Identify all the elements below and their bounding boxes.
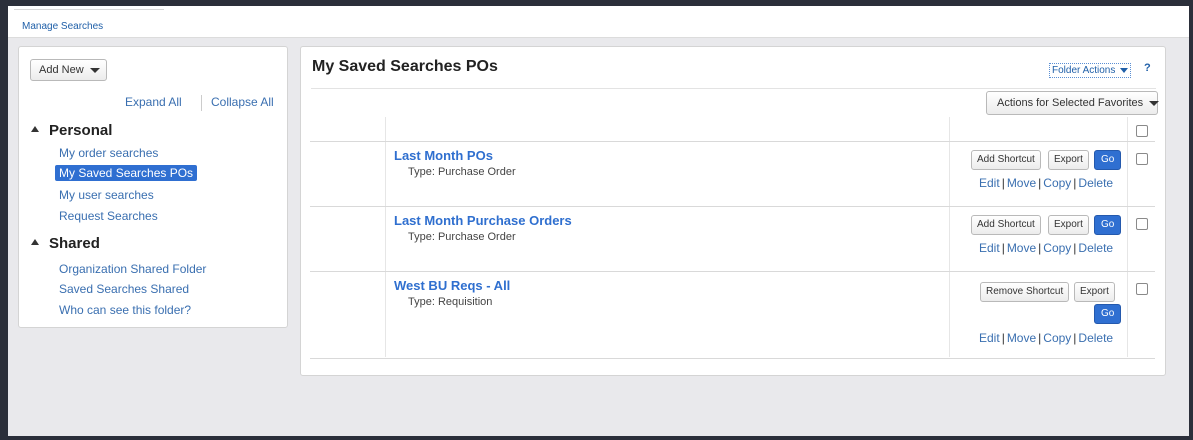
export-button[interactable]: Export — [1048, 215, 1089, 235]
search-title-link[interactable]: Last Month Purchase Orders — [394, 213, 572, 228]
row-actions: Edit | Move | Copy | Delete — [979, 331, 1113, 345]
add-shortcut-button[interactable]: Add Shortcut — [971, 215, 1041, 235]
page-title: My Saved Searches POs — [312, 58, 498, 75]
delete-link[interactable]: Delete — [1078, 241, 1113, 255]
chevron-down-icon — [1120, 67, 1129, 73]
window-frame-left — [0, 0, 8, 440]
go-button[interactable]: Go — [1094, 215, 1122, 235]
chevron-down-icon — [1149, 100, 1160, 106]
help-icon[interactable]: ? — [1144, 62, 1151, 74]
table-row: Last Month POs Type: Purchase Order Add … — [310, 142, 1155, 207]
sidebar-item-saved-searches-shared[interactable]: Saved Searches Shared — [55, 281, 193, 297]
select-all-checkbox[interactable] — [1136, 125, 1148, 137]
row-actions: Edit | Move | Copy | Delete — [979, 241, 1113, 255]
folder-sidebar: Add New Expand All Collapse All Personal… — [18, 46, 288, 328]
link-separator: | — [1038, 241, 1042, 255]
row-actions: Edit | Move | Copy | Delete — [979, 176, 1113, 190]
delete-link[interactable]: Delete — [1078, 331, 1113, 345]
folder-actions-label: Folder Actions — [1052, 65, 1116, 76]
search-type: Type: Purchase Order — [408, 166, 516, 178]
row-checkbox[interactable] — [1136, 283, 1148, 295]
link-separator: | — [1073, 176, 1077, 190]
search-type: Type: Requisition — [408, 296, 493, 308]
actions-for-selected-button[interactable]: Actions for Selected Favorites — [986, 91, 1160, 115]
collapse-all-link[interactable]: Collapse All — [211, 95, 274, 109]
remove-shortcut-button[interactable]: Remove Shortcut — [980, 282, 1070, 302]
go-button[interactable]: Go — [1094, 304, 1122, 324]
move-link[interactable]: Move — [1007, 331, 1036, 345]
main-panel: My Saved Searches POs Folder Actions ? A… — [300, 46, 1166, 376]
add-shortcut-button[interactable]: Add Shortcut — [971, 150, 1041, 170]
top-strip-segment — [14, 6, 164, 10]
actions-for-selected-label: Actions for Selected Favorites — [997, 97, 1144, 109]
link-separator: | — [1073, 241, 1077, 255]
breadcrumb: Manage Searches — [8, 16, 1189, 38]
sidebar-item-organization-shared-folder[interactable]: Organization Shared Folder — [55, 261, 210, 277]
sidebar-item-my-saved-searches-pos[interactable]: My Saved Searches POs — [55, 165, 198, 181]
collapse-triangle-icon — [31, 126, 39, 132]
table-row: West BU Reqs - All Type: Requisition Rem… — [310, 272, 1155, 359]
sidebar-item-request-searches[interactable]: Request Searches — [55, 208, 162, 224]
move-link[interactable]: Move — [1007, 241, 1036, 255]
window-frame-right — [1189, 0, 1193, 440]
table-header-row — [310, 117, 1155, 142]
divider — [201, 95, 202, 111]
expand-collapse-row: Expand All Collapse All — [19, 95, 287, 111]
folder-shared[interactable]: Shared — [31, 235, 100, 252]
go-button[interactable]: Go — [1094, 150, 1122, 170]
chevron-down-icon — [89, 67, 100, 73]
top-strip — [8, 6, 1189, 16]
window-frame-bottom — [0, 436, 1193, 440]
folder-personal[interactable]: Personal — [31, 122, 112, 139]
sidebar-item-my-order-searches[interactable]: My order searches — [55, 145, 162, 161]
link-separator: | — [1001, 241, 1005, 255]
edit-link[interactable]: Edit — [979, 241, 1000, 255]
divider — [311, 88, 1156, 89]
search-title-link[interactable]: Last Month POs — [394, 148, 493, 163]
add-new-button[interactable]: Add New — [30, 59, 107, 81]
link-separator: | — [1073, 331, 1077, 345]
search-title-link[interactable]: West BU Reqs - All — [394, 278, 510, 293]
link-separator: | — [1038, 331, 1042, 345]
export-button[interactable]: Export — [1074, 282, 1115, 302]
copy-link[interactable]: Copy — [1043, 176, 1071, 190]
delete-link[interactable]: Delete — [1078, 176, 1113, 190]
edit-link[interactable]: Edit — [979, 176, 1000, 190]
export-button[interactable]: Export — [1048, 150, 1089, 170]
copy-link[interactable]: Copy — [1043, 331, 1071, 345]
table-row: Last Month Purchase Orders Type: Purchas… — [310, 207, 1155, 272]
folder-actions-dropdown[interactable]: Folder Actions — [1049, 63, 1132, 78]
link-separator: | — [1001, 176, 1005, 190]
add-new-label: Add New — [39, 64, 84, 76]
folder-shared-label: Shared — [49, 235, 100, 252]
row-checkbox[interactable] — [1136, 153, 1148, 165]
search-type: Type: Purchase Order — [408, 231, 516, 243]
collapse-triangle-icon — [31, 239, 39, 245]
copy-link[interactable]: Copy — [1043, 241, 1071, 255]
expand-all-link[interactable]: Expand All — [125, 95, 182, 109]
row-checkbox[interactable] — [1136, 218, 1148, 230]
link-separator: | — [1001, 331, 1005, 345]
move-link[interactable]: Move — [1007, 176, 1036, 190]
breadcrumb-manage-searches[interactable]: Manage Searches — [22, 21, 103, 32]
folder-personal-label: Personal — [49, 122, 113, 139]
sidebar-item-who-can-see-this-folder[interactable]: Who can see this folder? — [55, 302, 195, 318]
edit-link[interactable]: Edit — [979, 331, 1000, 345]
link-separator: | — [1038, 176, 1042, 190]
sidebar-item-my-user-searches[interactable]: My user searches — [55, 187, 158, 203]
